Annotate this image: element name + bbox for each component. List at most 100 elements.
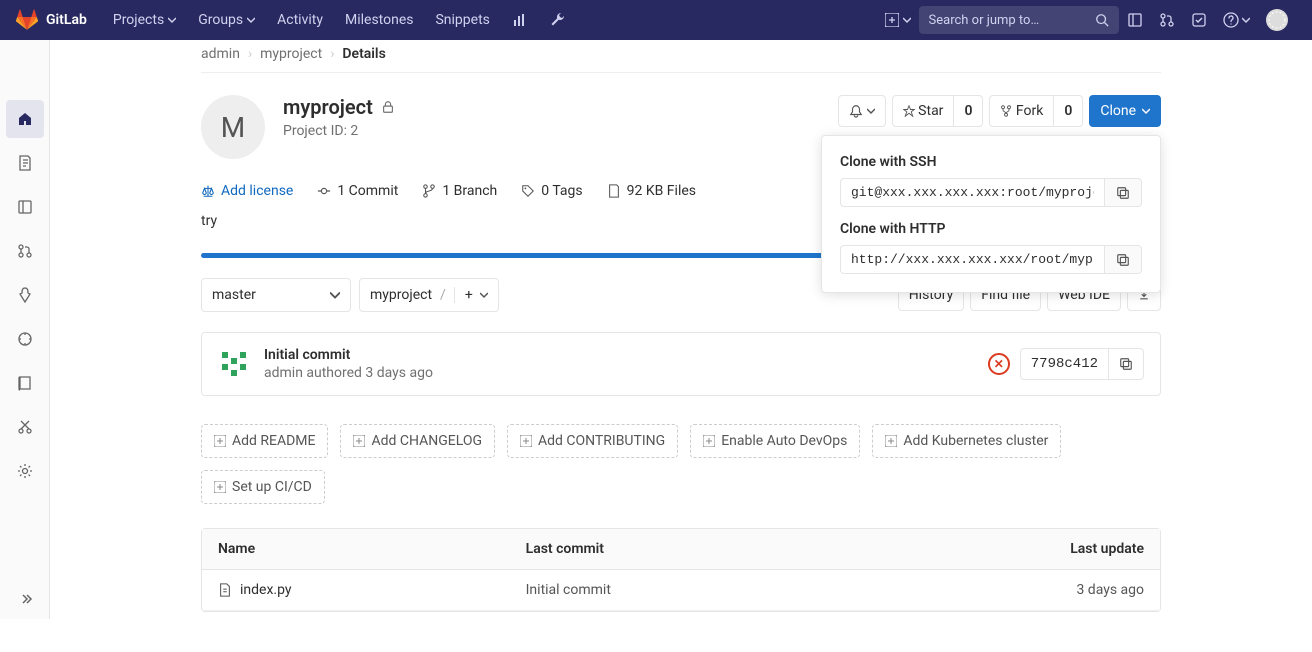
sidebar-cicd[interactable] (6, 276, 44, 314)
clone-dropdown-panel: Clone with SSH Clone with HTTP (821, 135, 1161, 293)
add-contributing[interactable]: Add CONTRIBUTING (507, 424, 678, 458)
branch-icon (422, 184, 436, 198)
merge-requests-icon[interactable] (1151, 4, 1183, 36)
sidebar-collapse[interactable] (5, 579, 45, 619)
gitlab-logo[interactable]: GitLab (16, 9, 87, 31)
copy-sha-button[interactable] (1109, 348, 1144, 380)
tag-icon (521, 184, 535, 198)
sidebar-overview[interactable] (6, 100, 44, 138)
th-update: Last update (852, 529, 1160, 570)
commit-title[interactable]: Initial commit (264, 347, 433, 363)
nav-projects[interactable]: Projects (103, 2, 186, 38)
help-icon[interactable] (1215, 4, 1258, 36)
search-box[interactable] (919, 6, 1119, 34)
last-commit: Initial commit admin authored 3 days ago… (201, 332, 1161, 396)
add-file-dropdown[interactable]: + (454, 287, 488, 303)
commit-sha[interactable]: 7798c412 (1020, 348, 1109, 380)
nav-groups[interactable]: Groups (188, 2, 265, 38)
issues-icon[interactable] (1119, 4, 1151, 36)
file-icon (218, 583, 232, 597)
star-button[interactable]: Star (892, 95, 955, 127)
breadcrumb-current: Details (342, 46, 385, 62)
breadcrumb: admin › myproject › Details (201, 42, 1161, 73)
brand-text: GitLab (46, 12, 87, 28)
plus-icon (520, 435, 532, 447)
plus-icon (214, 481, 226, 493)
add-changelog[interactable]: Add CHANGELOG (340, 424, 495, 458)
scale-icon (201, 184, 215, 198)
pipeline-fail-icon[interactable]: ✕ (988, 353, 1010, 375)
path-breadcrumb: myproject / + (359, 278, 499, 312)
branch-select[interactable]: master (201, 278, 351, 312)
copy-http-button[interactable] (1104, 245, 1142, 274)
sidebar-issues[interactable] (6, 188, 44, 226)
search-icon (1095, 13, 1109, 27)
file-last-commit[interactable]: Initial commit (510, 570, 852, 611)
plus-dropdown[interactable] (877, 4, 918, 36)
sidebar-snippets[interactable] (6, 408, 44, 446)
sidebar-repository[interactable] (6, 144, 44, 182)
nav-milestones[interactable]: Milestones (335, 2, 424, 38)
chevron-down-icon (247, 16, 255, 24)
th-commit: Last commit (510, 529, 852, 570)
plus-icon (214, 435, 226, 447)
commits-link[interactable]: 1 Commit (317, 183, 398, 199)
chevron-down-icon (330, 290, 340, 300)
file-last-update: 3 days ago (852, 570, 1160, 611)
copy-ssh-button[interactable] (1104, 178, 1142, 207)
nav-activity[interactable]: Activity (267, 2, 333, 38)
tags-link[interactable]: 0 Tags (521, 183, 582, 199)
nav-snippets[interactable]: Snippets (425, 2, 499, 38)
files-size[interactable]: 92 KB Files (607, 183, 696, 199)
topbar: GitLab Projects Groups Activity Mileston… (0, 0, 1312, 40)
path-root[interactable]: myproject (370, 287, 432, 303)
star-icon (903, 105, 915, 117)
project-avatar: M (201, 95, 265, 159)
user-avatar[interactable] (1258, 1, 1296, 39)
search-input[interactable] (929, 13, 1095, 28)
clone-http-input[interactable] (840, 245, 1104, 274)
fork-button[interactable]: Fork (989, 95, 1054, 127)
add-license-link[interactable]: Add license (201, 183, 293, 199)
gitlab-icon (16, 9, 38, 31)
suggestion-buttons: Add README Add CHANGELOG Add CONTRIBUTIN… (201, 424, 1161, 504)
chevron-down-icon (168, 16, 176, 24)
clone-ssh-input[interactable] (840, 178, 1104, 207)
chevron-down-icon (480, 291, 488, 299)
sidebar-operations[interactable] (6, 320, 44, 358)
notification-dropdown[interactable] (838, 95, 885, 127)
identicon (218, 348, 250, 380)
plus-icon (885, 435, 897, 447)
plus-icon (353, 435, 365, 447)
table-row[interactable]: index.py Initial commit 3 days ago (202, 570, 1160, 611)
branches-link[interactable]: 1 Branch (422, 183, 497, 199)
breadcrumb-project[interactable]: myproject (260, 46, 322, 62)
project-title: myproject (283, 95, 373, 119)
file-name-text: index.py (240, 582, 292, 598)
sidebar-wiki[interactable] (6, 364, 44, 402)
nav-analytics-icon[interactable] (502, 2, 538, 38)
commit-icon (317, 184, 331, 198)
enable-autodevops[interactable]: Enable Auto DevOps (690, 424, 860, 458)
add-k8s[interactable]: Add Kubernetes cluster (872, 424, 1061, 458)
breadcrumb-admin[interactable]: admin (201, 46, 240, 62)
nav-wrench-icon[interactable] (540, 2, 576, 38)
sidebar (0, 40, 50, 619)
add-readme[interactable]: Add README (201, 424, 328, 458)
clone-http-label: Clone with HTTP (840, 221, 1142, 237)
bell-icon (849, 104, 863, 118)
setup-cicd[interactable]: Set up CI/CD (201, 470, 325, 504)
clone-ssh-label: Clone with SSH (840, 154, 1142, 170)
copy-icon (1116, 253, 1130, 267)
todos-icon[interactable] (1183, 4, 1215, 36)
sidebar-settings[interactable] (6, 452, 44, 490)
fork-icon (1000, 105, 1012, 117)
star-count: 0 (954, 95, 983, 127)
sidebar-merge-requests[interactable] (6, 232, 44, 270)
fork-count: 0 (1054, 95, 1083, 127)
file-table: Name Last commit Last update index.py In… (201, 528, 1161, 612)
project-id: Project ID: 2 (283, 123, 395, 139)
chevron-down-icon (1142, 107, 1150, 115)
disk-icon (607, 184, 621, 198)
clone-button[interactable]: Clone (1089, 95, 1161, 127)
